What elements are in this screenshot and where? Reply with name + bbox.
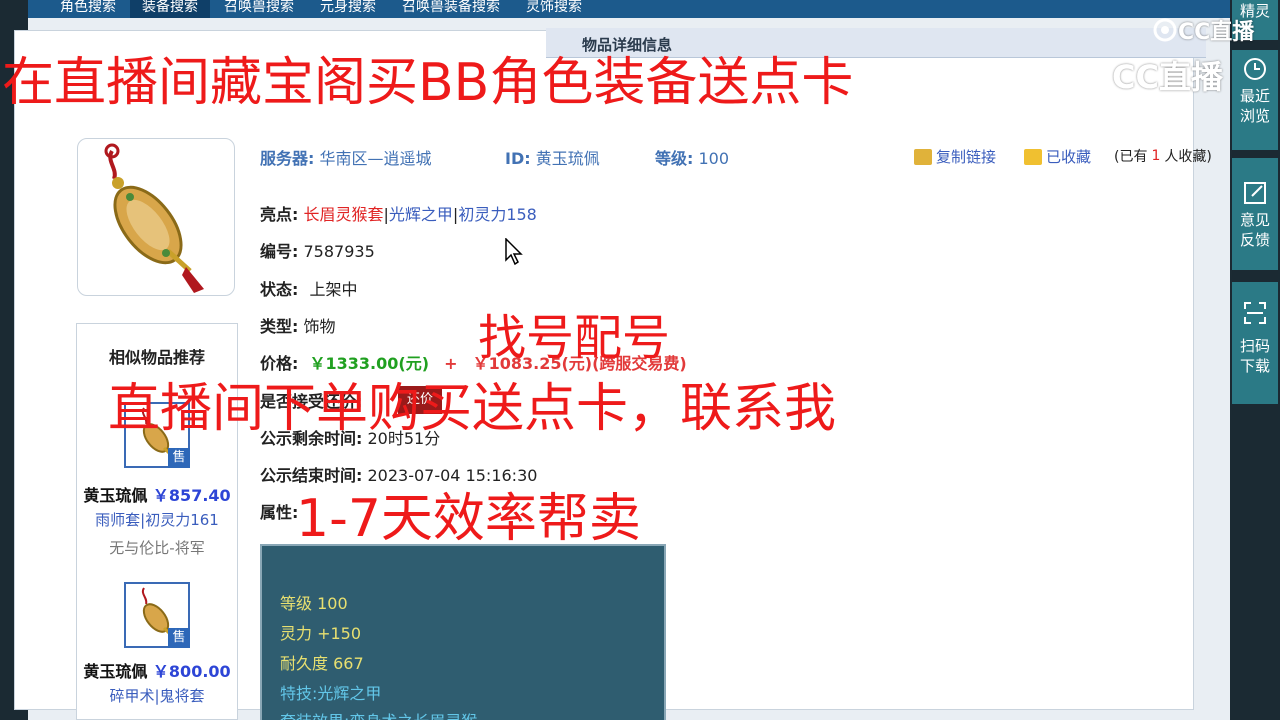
scan-icon <box>1244 302 1266 324</box>
tab-equipment-search[interactable]: 装备搜索 <box>130 0 210 18</box>
highlight-row: 亮点: 长眉灵猴套|光辉之甲|初灵力158 <box>260 205 537 224</box>
similar-item-2-sub[interactable]: 碎甲术|鬼将套 <box>77 685 237 706</box>
type-row: 类型: 饰物 <box>260 313 336 337</box>
attr-label: 属性: <box>260 503 299 522</box>
similar-item-1-server: 无与伦比-将军 <box>109 539 205 557</box>
copy-link-label: 复制链接 <box>936 148 997 166</box>
similar-item-2-price: ￥800.00 <box>152 662 231 681</box>
cc-live-watermark: CC直播 <box>1072 52 1223 98</box>
tab-summon-equipment-search[interactable]: 召唤兽装备搜索 <box>390 0 512 18</box>
type-value: 饰物 <box>303 317 336 336</box>
highlight-set: 长眉灵猴套 <box>303 205 384 224</box>
similar-item-1-title: 黄玉琉佩 <box>83 486 148 505</box>
server-info: 服务器: 华南区—逍遥城 <box>260 145 432 169</box>
server-value: 华南区—逍遥城 <box>319 149 432 168</box>
favorite-label: 已收藏 <box>1046 148 1092 166</box>
feedback-button[interactable]: 意见反馈 <box>1232 158 1278 270</box>
tab-role-search[interactable]: 角色搜索 <box>48 0 128 18</box>
attr-level: 等级 100 <box>280 594 348 613</box>
similar-item-1-name[interactable]: 黄玉琉佩 ￥857.40 <box>77 482 237 506</box>
favorite-icon <box>1024 148 1042 165</box>
tab-spirit-jewelry-search[interactable]: 灵饰搜索 <box>514 0 594 18</box>
fav-count-suffix: 人收藏) <box>1164 149 1212 165</box>
status-value: 上架中 <box>309 280 358 299</box>
scan-download-button[interactable]: 扫码下载 <box>1232 282 1278 404</box>
attr-row: 属性: <box>260 499 298 523</box>
recent-view-button[interactable]: 最近浏览 <box>1232 50 1278 150</box>
feedback-label: 意见反馈 <box>1240 211 1271 249</box>
attr-skill: 特技:光辉之甲 <box>280 684 382 703</box>
number-row: 编号: 7587935 <box>260 238 375 262</box>
jade-pendant-icon <box>104 143 204 293</box>
tab-body-search[interactable]: 元身搜索 <box>308 0 388 18</box>
similar-item-2-title: 黄玉琉佩 <box>83 662 148 681</box>
scan-download-label: 扫码下载 <box>1240 337 1271 375</box>
type-label: 类型: <box>260 317 299 336</box>
highlight-skill: 光辉之甲 <box>388 205 453 224</box>
similar-item-1-price: ￥857.40 <box>152 486 231 505</box>
status-label: 状态: <box>260 280 299 299</box>
id-info: ID: 黄玉琉佩 <box>505 145 600 169</box>
sale-badge: 售 <box>168 628 190 648</box>
level-value: 100 <box>698 149 730 168</box>
overlay-caption-4: 1-7天效率帮卖 <box>296 489 641 549</box>
edit-icon <box>1244 182 1266 204</box>
status-row: 状态: 上架中 <box>260 276 358 300</box>
highlight-label: 亮点: <box>260 205 299 224</box>
cc-logo-text-small: CC直播 <box>1178 20 1255 45</box>
fav-count-num: 1 <box>1151 148 1161 164</box>
id-label: ID: <box>505 149 531 168</box>
attr-set: 套装效果:变身术之长眉灵猴 <box>280 708 477 720</box>
attr-durability: 耐久度 667 <box>280 654 364 673</box>
similar-item-1-sub[interactable]: 雨师套|初灵力161 <box>77 509 237 530</box>
number-label: 编号: <box>260 242 299 261</box>
mouse-cursor-icon <box>505 238 523 266</box>
overlay-caption-3: 直播间下单购买送点卡，联系我 <box>108 379 837 439</box>
attr-spirit: 灵力 +150 <box>280 624 362 643</box>
level-info: 等级: 100 <box>655 145 729 169</box>
level-label: 等级: <box>655 149 694 168</box>
similar-title: 相似物品推荐 <box>108 348 205 367</box>
overlay-caption-1: 在直播间藏宝阁买BB角色装备送点卡 <box>2 53 854 113</box>
copy-link-button[interactable]: 复制链接 <box>914 146 996 167</box>
server-label: 服务器: <box>260 149 315 168</box>
cc-live-watermark-small: CC直播 <box>1152 14 1254 46</box>
recent-view-label: 最近浏览 <box>1240 87 1271 125</box>
favorite-button[interactable]: 已收藏 <box>1024 146 1091 167</box>
number-value: 7587935 <box>303 242 375 261</box>
attribute-box: 等级 100 灵力 +150 耐久度 667 特技:光辉之甲 套装效果:变身术之… <box>260 544 666 720</box>
cc-logo-icon <box>1153 18 1177 42</box>
favorite-count: (已有 1 人收藏) <box>1114 146 1212 166</box>
clock-icon <box>1244 58 1266 80</box>
tab-summon-search[interactable]: 召唤兽搜索 <box>212 0 306 18</box>
similar-item-2-name[interactable]: 黄玉琉佩 ￥800.00 <box>77 658 237 682</box>
overlay-caption-2: 找号配号 <box>478 310 671 366</box>
sale-badge: 售 <box>168 448 190 468</box>
fav-count-prefix: (已有 <box>1114 149 1148 165</box>
id-value: 黄玉琉佩 <box>535 149 600 168</box>
highlight-spirit: 初灵力158 <box>458 205 537 224</box>
item-image <box>77 138 235 296</box>
cc-logo-icon <box>1075 58 1109 92</box>
search-tab-bar: 角色搜索 装备搜索 召唤兽搜索 元身搜索 召唤兽装备搜索 灵饰搜索 <box>28 0 1230 18</box>
copy-link-icon <box>914 148 932 165</box>
screen: 角色搜索 装备搜索 召唤兽搜索 元身搜索 召唤兽装备搜索 灵饰搜索 物品详细信息… <box>0 0 1280 720</box>
similar-item-2-thumb[interactable]: 售 <box>124 582 190 648</box>
cc-logo-text: CC直播 <box>1112 58 1223 96</box>
